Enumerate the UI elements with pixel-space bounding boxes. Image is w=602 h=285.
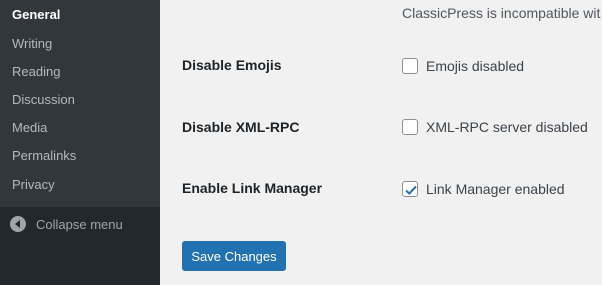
sidebar-item-permalinks[interactable]: Permalinks	[12, 146, 76, 166]
link-manager-enabled-checkbox[interactable]	[402, 181, 418, 197]
sidebar-item-reading[interactable]: Reading	[12, 62, 60, 82]
collapse-menu-button[interactable]: Collapse menu	[0, 207, 160, 241]
xmlrpc-disabled-checkbox[interactable]	[402, 119, 418, 135]
sidebar-item-media[interactable]: Media	[12, 118, 47, 138]
emojis-disabled-checkbox[interactable]	[402, 58, 418, 74]
sidebar-item-discussion[interactable]: Discussion	[12, 90, 75, 110]
save-changes-button[interactable]: Save Changes	[182, 241, 286, 271]
xmlrpc-disabled-label: XML-RPC server disabled	[426, 119, 588, 135]
compatibility-notice: ClassicPress is incompatible wit	[402, 5, 601, 21]
checkmark-icon	[405, 185, 417, 195]
emojis-disabled-field[interactable]: Emojis disabled	[402, 56, 524, 76]
sidebar-item-general[interactable]: General	[12, 5, 60, 25]
collapse-menu-label: Collapse menu	[36, 216, 123, 232]
sidebar-item-writing[interactable]: Writing	[12, 34, 52, 54]
link-manager-enabled-field[interactable]: Link Manager enabled	[402, 179, 565, 199]
enable-link-manager-label: Enable Link Manager	[182, 180, 323, 196]
settings-page: General Writing Reading Discussion Media…	[0, 0, 602, 285]
link-manager-enabled-label: Link Manager enabled	[426, 181, 565, 197]
main-content: ClassicPress is incompatible wit Disable…	[160, 0, 602, 285]
xmlrpc-disabled-field[interactable]: XML-RPC server disabled	[402, 117, 588, 137]
admin-sidebar: General Writing Reading Discussion Media…	[0, 0, 160, 285]
disable-emojis-label: Disable Emojis	[182, 57, 282, 73]
settings-submenu: General Writing Reading Discussion Media…	[0, 0, 160, 207]
disable-xmlrpc-label: Disable XML-RPC	[182, 119, 300, 135]
emojis-disabled-label: Emojis disabled	[426, 58, 525, 74]
sidebar-item-privacy[interactable]: Privacy	[12, 175, 55, 195]
collapse-arrow-icon	[10, 216, 26, 232]
